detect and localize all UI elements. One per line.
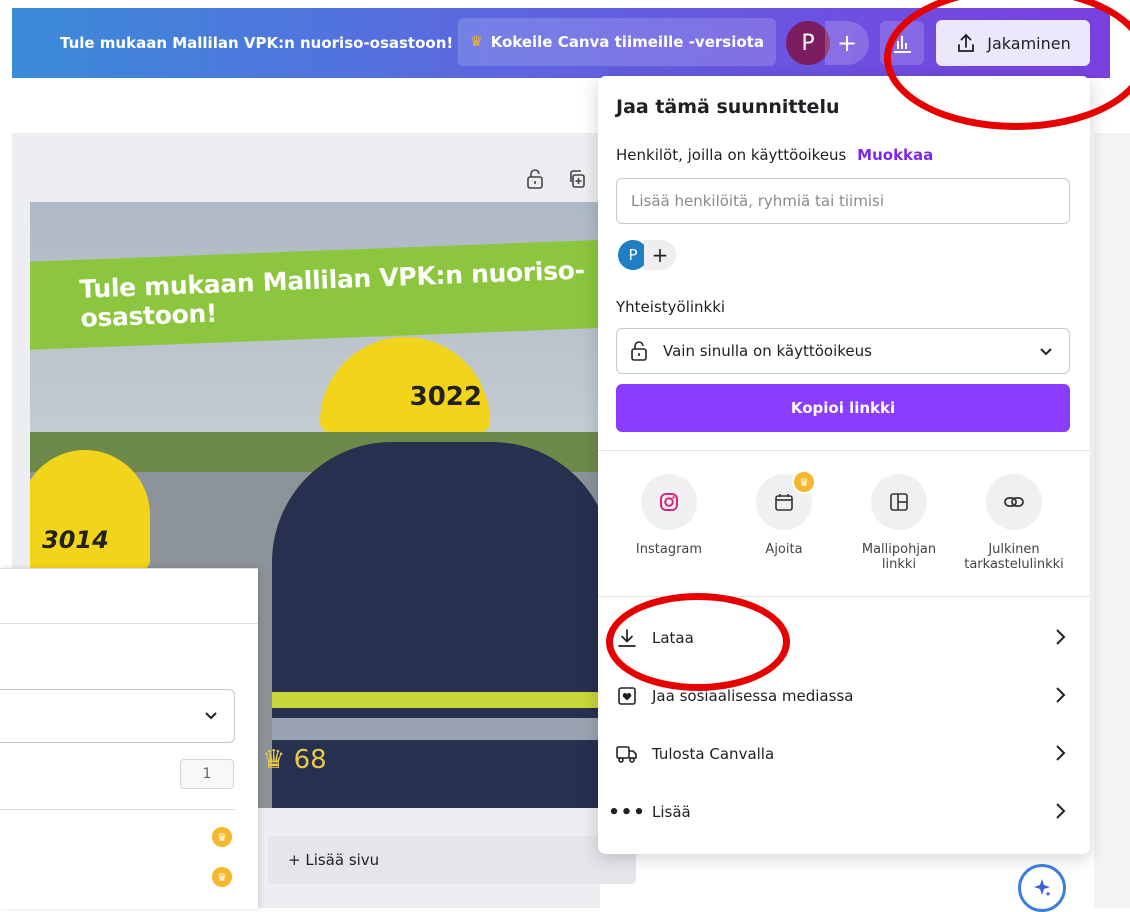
download-icon bbox=[616, 627, 638, 649]
row-label: Jaa sosiaalisessa mediassa bbox=[652, 687, 854, 705]
instagram-icon bbox=[641, 474, 697, 530]
file-type-select[interactable] bbox=[0, 689, 235, 743]
try-canva-teams-button[interactable]: ♛ Kokeile Canva tiimeille -versiota bbox=[458, 18, 776, 66]
add-people-button[interactable]: + bbox=[825, 21, 869, 65]
access-label: Henkilöt, joilla on käyttöoikeus Muokkaa bbox=[616, 146, 933, 164]
upload-icon bbox=[958, 33, 975, 52]
reflective-stripe bbox=[272, 692, 600, 708]
copy-link-button[interactable]: Kopioi linkki bbox=[616, 384, 1070, 432]
chevron-right-icon bbox=[1056, 745, 1066, 761]
plus-icon: + bbox=[836, 29, 858, 57]
jacket-crest: ♛ 68 bbox=[262, 745, 327, 775]
crown-icon: ♛ bbox=[212, 827, 232, 847]
access-label-text: Henkilöt, joilla on käyttöoikeus bbox=[616, 146, 847, 164]
page-toolbar bbox=[525, 168, 587, 190]
chevron-right-icon bbox=[1056, 803, 1066, 819]
headline-text: Tule mukaan Mallilan VPK:n nuoriso-osast… bbox=[78, 255, 586, 333]
more-row[interactable]: ••• Lisää bbox=[608, 792, 1070, 832]
chevron-down-icon bbox=[1040, 348, 1052, 356]
design-title[interactable]: Tule mukaan Mallilan VPK:n nuoriso-osast… bbox=[60, 8, 453, 78]
page-count-field[interactable]: 1 bbox=[180, 759, 234, 789]
bar-chart-icon bbox=[894, 36, 911, 53]
access-select[interactable]: Vain sinulla on käyttöoikeus bbox=[616, 328, 1070, 374]
magic-assistant-button[interactable] bbox=[1018, 864, 1066, 912]
share-option-template-link[interactable]: Mallipohjan linkki bbox=[844, 474, 954, 572]
try-canva-teams-label: Kokeile Canva tiimeille -versiota bbox=[490, 33, 764, 51]
insights-button[interactable] bbox=[880, 21, 924, 65]
more-icon: ••• bbox=[608, 801, 646, 823]
add-people-input[interactable]: Lisää henkilöitä, ryhmiä tai tiimisi bbox=[616, 178, 1070, 224]
add-page-button[interactable]: + Lisää sivu bbox=[268, 836, 636, 884]
crown-icon: ♛ bbox=[470, 34, 483, 50]
premium-crown-badge: ♛ bbox=[792, 470, 816, 494]
duplicate-icon[interactable] bbox=[567, 168, 587, 190]
collab-link-label: Yhteistyölinkki bbox=[616, 298, 726, 316]
chevron-right-icon bbox=[1056, 629, 1066, 645]
access-select-value: Vain sinulla on käyttöoikeus bbox=[663, 342, 872, 360]
top-bar: Tule mukaan Mallilan VPK:n nuoriso-osast… bbox=[12, 8, 1110, 78]
download-row[interactable]: Lataa bbox=[616, 618, 1070, 658]
share-option-label: Mallipohjan linkki bbox=[861, 542, 937, 572]
crest-number: 68 bbox=[293, 745, 327, 775]
sparkle-icon bbox=[1034, 879, 1051, 897]
link-icon bbox=[986, 474, 1042, 530]
share-panel-title: Jaa tämä suunnittelu bbox=[616, 96, 840, 118]
lock-icon[interactable] bbox=[525, 168, 545, 190]
social-share-row[interactable]: Jaa sosiaalisessa mediassa bbox=[616, 676, 1070, 716]
divider bbox=[598, 450, 1090, 451]
divider bbox=[598, 596, 1090, 597]
row-label: Lisää bbox=[652, 803, 691, 821]
row-label: Lataa bbox=[652, 629, 694, 647]
share-option-instagram[interactable]: Instagram bbox=[614, 474, 724, 557]
helmet-main-number: 3022 bbox=[409, 382, 482, 412]
user-avatar[interactable]: P bbox=[786, 21, 830, 65]
chevron-down-icon bbox=[205, 712, 217, 720]
helmet-left-number: 3014 bbox=[42, 526, 109, 554]
add-collaborator-button[interactable]: + bbox=[644, 240, 676, 270]
share-option-schedule[interactable]: ♛ Ajoita bbox=[729, 470, 839, 557]
calendar-icon: ♛ bbox=[756, 470, 816, 530]
plus-icon: + bbox=[651, 243, 669, 267]
truck-icon bbox=[616, 743, 638, 765]
edit-access-link[interactable]: Muokkaa bbox=[857, 146, 933, 164]
template-icon bbox=[871, 474, 927, 530]
divider bbox=[0, 809, 235, 810]
share-option-label: Ajoita bbox=[765, 542, 803, 557]
divider bbox=[0, 623, 258, 624]
chevron-right-icon bbox=[1056, 687, 1066, 703]
share-button-label: Jakaminen bbox=[987, 33, 1071, 53]
crown-icon: ♛ bbox=[212, 867, 232, 887]
share-option-label: Julkinen tarkastelulinkki bbox=[964, 542, 1064, 572]
share-option-label: Instagram bbox=[635, 542, 703, 557]
reflective-stripe-silver bbox=[272, 718, 600, 740]
share-button[interactable]: Jakaminen bbox=[936, 20, 1090, 66]
download-settings-panel: 1 ♛ ♛ bbox=[0, 568, 258, 909]
right-gutter bbox=[1094, 133, 1130, 908]
share-panel: Jaa tämä suunnittelu Henkilöt, joilla on… bbox=[598, 76, 1090, 854]
heart-icon bbox=[616, 685, 638, 707]
print-row[interactable]: Tulosta Canvalla bbox=[616, 734, 1070, 774]
lock-icon bbox=[631, 341, 647, 361]
share-option-public-link[interactable]: Julkinen tarkastelulinkki bbox=[959, 474, 1069, 572]
row-label: Tulosta Canvalla bbox=[652, 745, 775, 763]
